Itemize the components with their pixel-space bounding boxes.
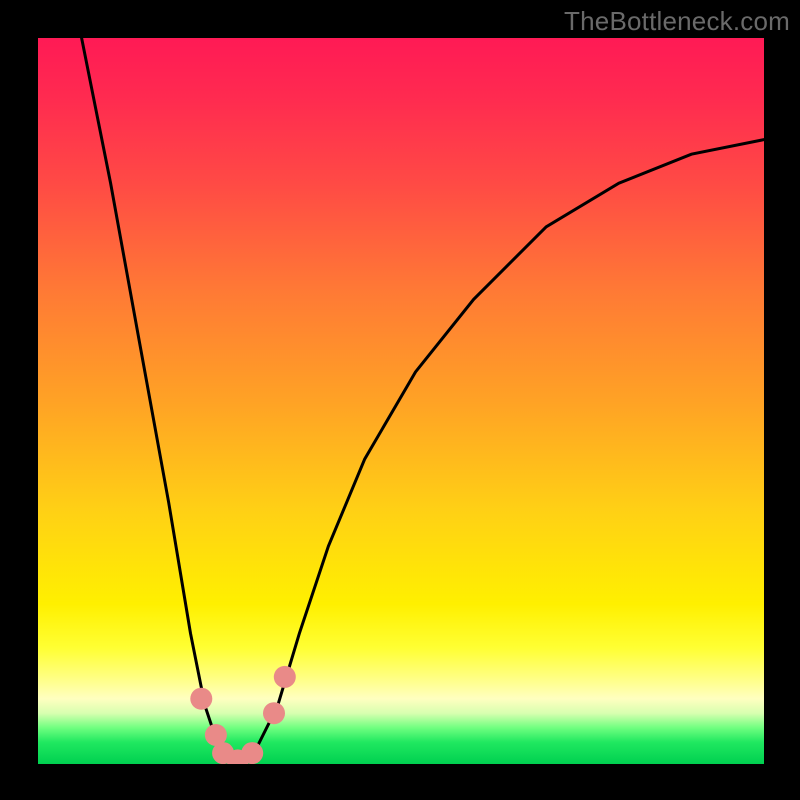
- marker-dot: [190, 688, 212, 710]
- marker-dot: [274, 666, 296, 688]
- plot-area: [38, 38, 764, 764]
- bottleneck-curve: [82, 38, 764, 764]
- curve-layer: [38, 38, 764, 764]
- watermark-text: TheBottleneck.com: [564, 6, 790, 37]
- chart-frame: TheBottleneck.com: [0, 0, 800, 800]
- marker-dot: [263, 702, 285, 724]
- marker-dot: [241, 742, 263, 764]
- highlight-markers: [190, 666, 295, 764]
